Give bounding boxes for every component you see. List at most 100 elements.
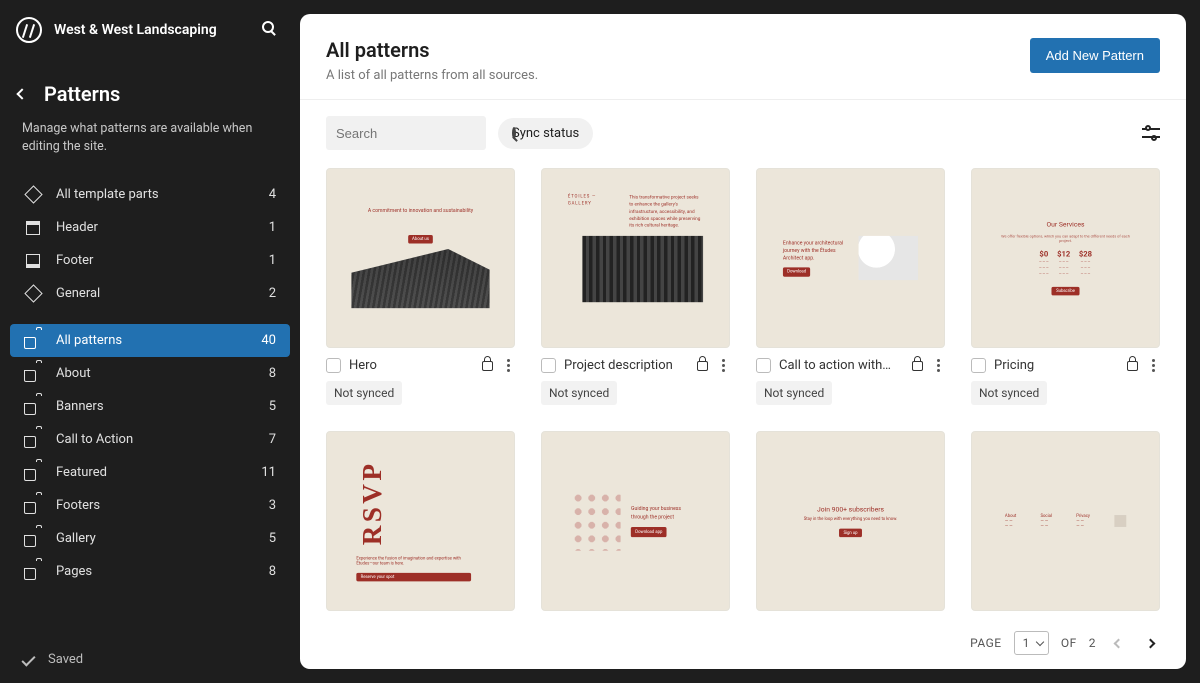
thumb-image: [582, 236, 703, 302]
pattern-grid: A commitment to innovation and sustainab…: [300, 158, 1186, 617]
page-subtitle: A list of all patterns from all sources.: [326, 68, 1030, 83]
sidebar-item-about[interactable]: About 8: [10, 357, 290, 390]
sidebar-item-label: About: [56, 366, 269, 381]
select-checkbox[interactable]: [971, 358, 986, 373]
page-total: 2: [1089, 636, 1096, 650]
sidebar-item-footer[interactable]: Footer 1: [10, 244, 290, 277]
search-input[interactable]: [336, 126, 512, 141]
folder-icon: [24, 466, 42, 484]
sidebar-item-label: Featured: [56, 465, 261, 480]
sidebar-item-footers[interactable]: Footers 3: [10, 489, 290, 522]
more-actions-button[interactable]: [1146, 359, 1160, 372]
next-page-button[interactable]: [1140, 633, 1160, 653]
select-checkbox[interactable]: [326, 358, 341, 373]
sidebar-heading-row: Patterns: [0, 60, 300, 114]
thumb-body: Enhance your architectural journey with …: [783, 239, 850, 262]
panel-header: All patterns A list of all patterns from…: [300, 14, 1186, 100]
thumb-heading: Our Services: [1046, 220, 1084, 228]
sidebar-item-all-patterns[interactable]: All patterns 40: [10, 324, 290, 357]
page-select[interactable]: 1: [1014, 631, 1049, 655]
diamond-icon: [24, 186, 42, 204]
pattern-card: RSVP Experience the fusion of imaginatio…: [326, 431, 515, 611]
sidebar-item-count: 5: [269, 531, 276, 546]
folder-icon: [24, 400, 42, 418]
add-new-pattern-button[interactable]: Add New Pattern: [1030, 38, 1160, 73]
sidebar-item-label: Banners: [56, 399, 269, 414]
pattern-thumbnail[interactable]: A commitment to innovation and sustainab…: [326, 168, 515, 348]
pattern-thumbnail[interactable]: About— —— — Social— —— — Privacy— —— —: [971, 431, 1160, 611]
chevron-left-icon: [1113, 638, 1123, 648]
pattern-thumbnail[interactable]: Enhance your architectural journey with …: [756, 168, 945, 348]
thumb-sub: Stay in the loop with everything you nee…: [804, 516, 898, 521]
sidebar-item-count: 7: [269, 432, 276, 447]
check-icon: [21, 652, 35, 666]
thumb-cta: Subscribe: [1052, 287, 1079, 296]
pattern-card: About— —— — Social— —— — Privacy— —— —: [971, 431, 1160, 611]
search-input-wrapper[interactable]: [326, 116, 486, 150]
lock-icon: [912, 361, 923, 371]
sidebar-item-header[interactable]: Header 1: [10, 211, 290, 244]
search-icon: [262, 21, 274, 33]
pagination: PAGE 1 OF 2: [300, 617, 1186, 669]
sidebar-item-pages[interactable]: Pages 8: [10, 555, 290, 588]
pattern-card: ÉTOILES — GALLERY This transformative pr…: [541, 168, 730, 405]
pattern-thumbnail[interactable]: Our Services We offer flexible options, …: [971, 168, 1160, 348]
pattern-thumbnail[interactable]: Guiding your business through the projec…: [541, 431, 730, 611]
sidebar-item-general[interactable]: General 2: [10, 277, 290, 310]
pattern-title: Hero: [349, 358, 474, 373]
footer-layout-icon: [24, 252, 42, 270]
sidebar-item-count: 2: [269, 286, 276, 301]
pattern-thumbnail[interactable]: Join 900+ subscribers Stay in the loop w…: [756, 431, 945, 611]
lock-icon: [1127, 361, 1138, 371]
folder-icon: [24, 367, 42, 385]
more-actions-button[interactable]: [931, 359, 945, 372]
toolbar: Sync status: [300, 100, 1186, 158]
pattern-thumbnail[interactable]: ÉTOILES — GALLERY This transformative pr…: [541, 168, 730, 348]
sidebar-item-count: 8: [269, 366, 276, 381]
sidebar-top: West & West Landscaping: [0, 0, 300, 60]
lock-icon: [697, 361, 708, 371]
more-actions-button[interactable]: [716, 359, 730, 372]
thumb-cta: Reserve your spot: [356, 573, 471, 582]
view-options-button[interactable]: [1142, 126, 1160, 140]
sidebar-search-button[interactable]: [262, 21, 280, 39]
sidebar-item-banners[interactable]: Banners 5: [10, 390, 290, 423]
thumb-heading: Join 900+ subscribers: [817, 505, 884, 513]
sidebar-item-count: 4: [269, 187, 276, 202]
pattern-thumbnail[interactable]: RSVP Experience the fusion of imaginatio…: [326, 431, 515, 611]
sidebar-item-count: 5: [269, 399, 276, 414]
pattern-title: Project description: [564, 358, 689, 373]
sidebar-item-featured[interactable]: Featured 11: [10, 456, 290, 489]
thumb-image: [1114, 515, 1126, 527]
thumb-col: About— —— —: [1005, 513, 1016, 528]
sidebar-item-label: Footers: [56, 498, 269, 513]
sidebar-item-label: Pages: [56, 564, 269, 579]
back-icon[interactable]: [16, 88, 27, 99]
folder-icon: [24, 532, 42, 550]
sidebar-group-template-parts: All template parts 4 Header 1 Footer 1 G…: [0, 178, 300, 310]
search-icon: [512, 127, 516, 139]
thumb-cta: Download: [783, 267, 810, 277]
sidebar: West & West Landscaping Patterns Manage …: [0, 0, 300, 683]
pattern-card: Our Services We offer flexible options, …: [971, 168, 1160, 405]
header-layout-icon: [24, 219, 42, 237]
thumb-cta: Sign up: [839, 528, 862, 537]
pattern-title: Call to action with…: [779, 358, 904, 373]
select-checkbox[interactable]: [541, 358, 556, 373]
sync-badge: Not synced: [326, 381, 402, 405]
sidebar-item-count: 40: [261, 333, 276, 348]
sidebar-item-call-to-action[interactable]: Call to Action 7: [10, 423, 290, 456]
saved-label: Saved: [48, 652, 83, 667]
prev-page-button[interactable]: [1108, 633, 1128, 653]
site-title: West & West Landscaping: [54, 22, 262, 38]
page-title: All patterns: [326, 38, 1030, 62]
sidebar-item-all-template-parts[interactable]: All template parts 4: [10, 178, 290, 211]
wordpress-logo-icon[interactable]: [16, 17, 42, 43]
more-actions-button[interactable]: [501, 359, 515, 372]
select-checkbox[interactable]: [756, 358, 771, 373]
main-panel: All patterns A list of all patterns from…: [300, 14, 1186, 669]
sidebar-item-count: 11: [261, 465, 276, 480]
sidebar-group-patterns: All patterns 40 About 8 Banners 5 Call t…: [0, 324, 300, 588]
sidebar-item-gallery[interactable]: Gallery 5: [10, 522, 290, 555]
sidebar-item-label: All patterns: [56, 333, 261, 348]
